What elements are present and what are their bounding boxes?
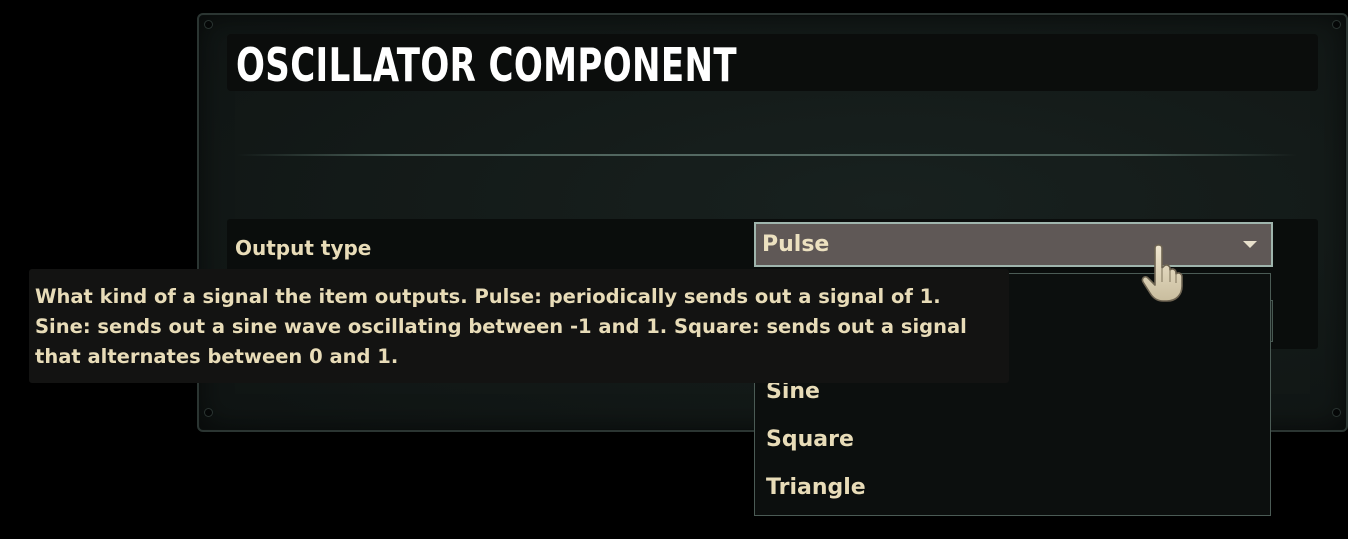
caret-down-icon[interactable] [1243,241,1257,248]
rivet-icon [205,409,212,416]
rivet-icon [1333,21,1340,28]
rivet-icon [205,21,212,28]
title-bar: OSCILLATOR COMPONENT [227,34,1318,92]
panel-title: OSCILLATOR COMPONENT [236,38,737,92]
output-type-selected: Pulse [762,232,830,257]
hand-pointer-icon [1141,244,1183,302]
option-triangle[interactable]: Triangle [766,475,866,500]
tooltip: What kind of a signal the item outputs. … [29,269,1009,383]
section-divider [237,154,1297,156]
tooltip-text: What kind of a signal the item outputs. … [35,285,967,368]
option-square[interactable]: Square [766,427,854,452]
output-type-dropdown[interactable]: Pulse [754,222,1273,267]
screen: OSCILLATOR COMPONENT Output type 00 Sine… [0,0,1348,539]
output-type-label: Output type [235,236,372,260]
rivet-icon [1333,409,1340,416]
